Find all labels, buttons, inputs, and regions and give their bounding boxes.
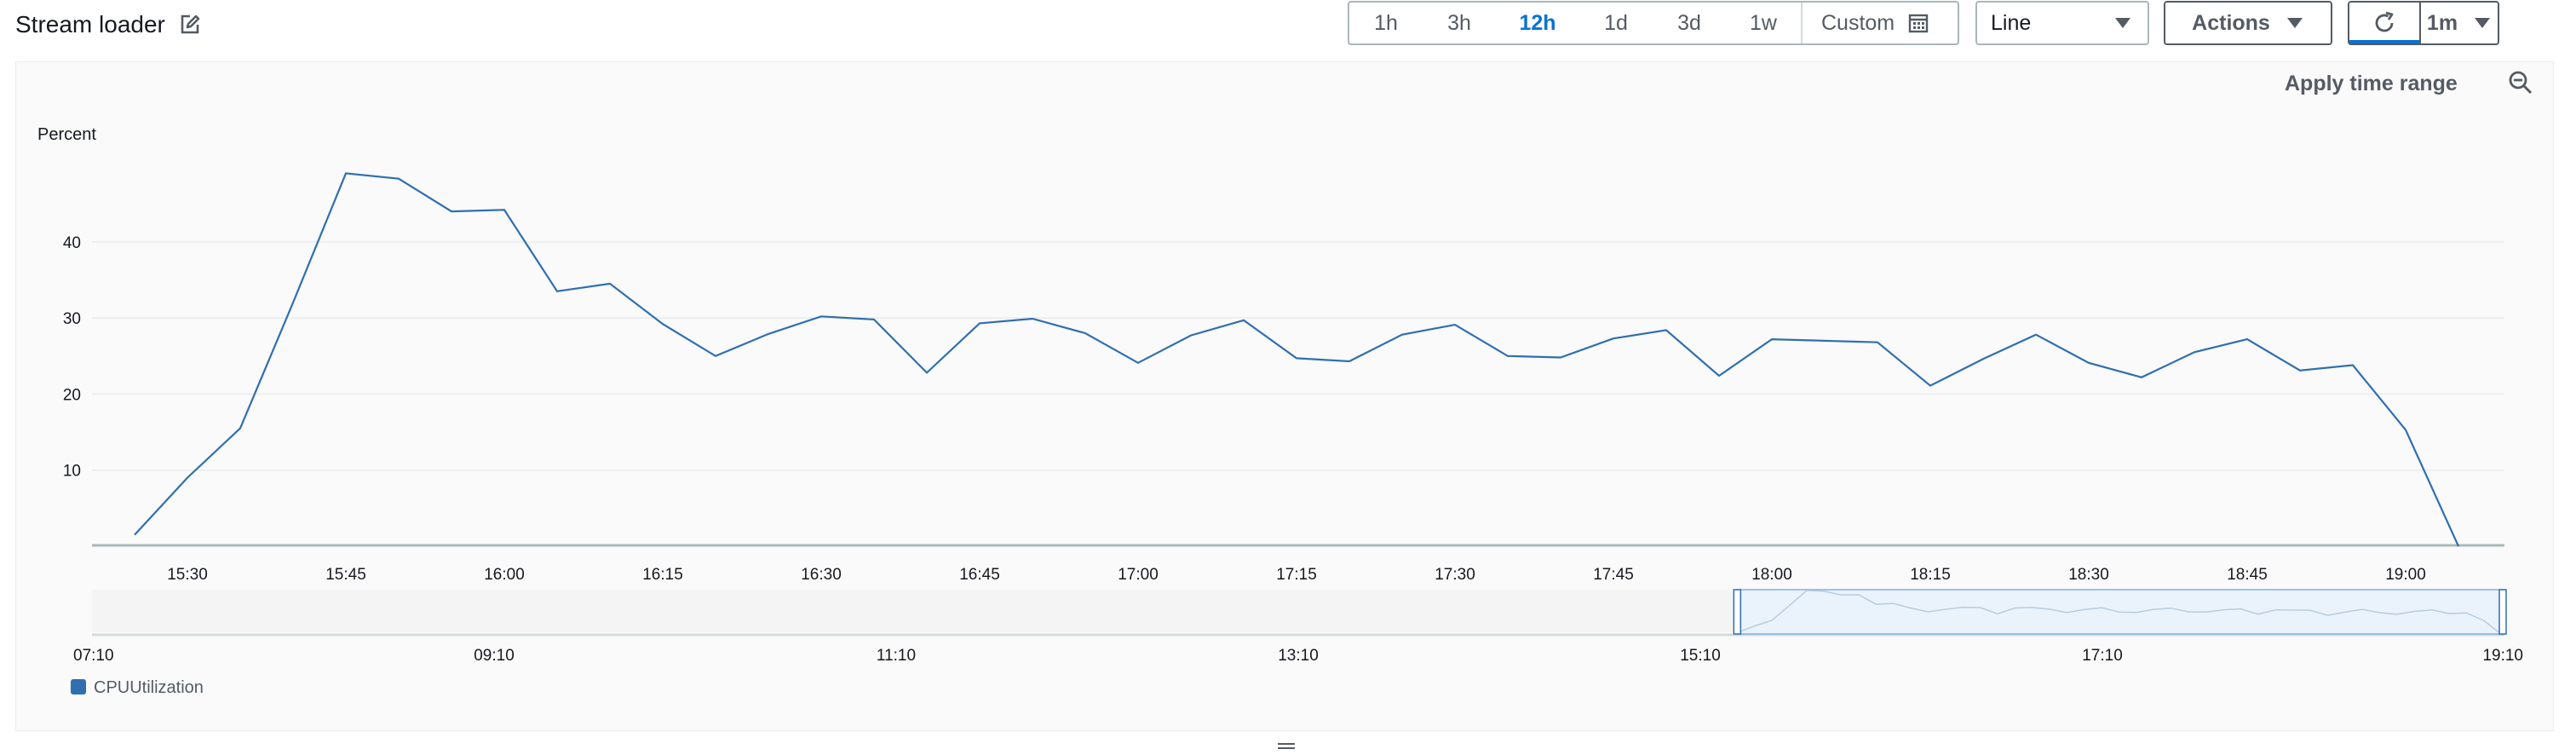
time-range-selector: 1h 3h 12h 1d 3d 1w Custom — [1348, 1, 1959, 45]
chart-panel — [15, 61, 2554, 731]
calendar-icon — [1908, 13, 1929, 33]
range-button-3d[interactable]: 3d — [1653, 3, 1726, 43]
refresh-button[interactable] — [2349, 3, 2421, 43]
range-button-1d[interactable]: 1d — [1579, 3, 1653, 43]
chart-type-select[interactable]: Line — [1975, 1, 2149, 45]
apply-time-range-button[interactable]: Apply time range — [2285, 72, 2458, 96]
page-title: Stream loader — [15, 11, 165, 37]
range-button-3h[interactable]: 3h — [1423, 3, 1496, 43]
range-custom-label: Custom — [1821, 10, 1895, 35]
zoom-out-icon[interactable] — [2508, 70, 2533, 95]
caret-down-icon — [2286, 16, 2304, 30]
actions-label: Actions — [2192, 10, 2270, 35]
resize-handle[interactable] — [1276, 740, 1297, 749]
range-button-12h[interactable]: 12h — [1496, 3, 1579, 43]
range-button-1h[interactable]: 1h — [1349, 3, 1423, 43]
refresh-interval-value: 1m — [2426, 10, 2458, 35]
refresh-control: 1m — [2348, 1, 2499, 45]
actions-button[interactable]: Actions — [2164, 1, 2332, 45]
caret-down-icon — [2113, 16, 2132, 30]
refresh-icon — [2372, 10, 2397, 36]
dashboard-title-bar: Stream loader — [15, 5, 201, 44]
range-custom-button[interactable]: Custom — [1801, 3, 1944, 43]
range-button-1w[interactable]: 1w — [1726, 3, 1801, 43]
refresh-interval-dropdown[interactable]: 1m — [2421, 3, 2498, 43]
caret-down-icon — [2473, 16, 2492, 30]
chart-type-value: Line — [1991, 10, 2032, 35]
edit-icon[interactable] — [179, 14, 201, 36]
